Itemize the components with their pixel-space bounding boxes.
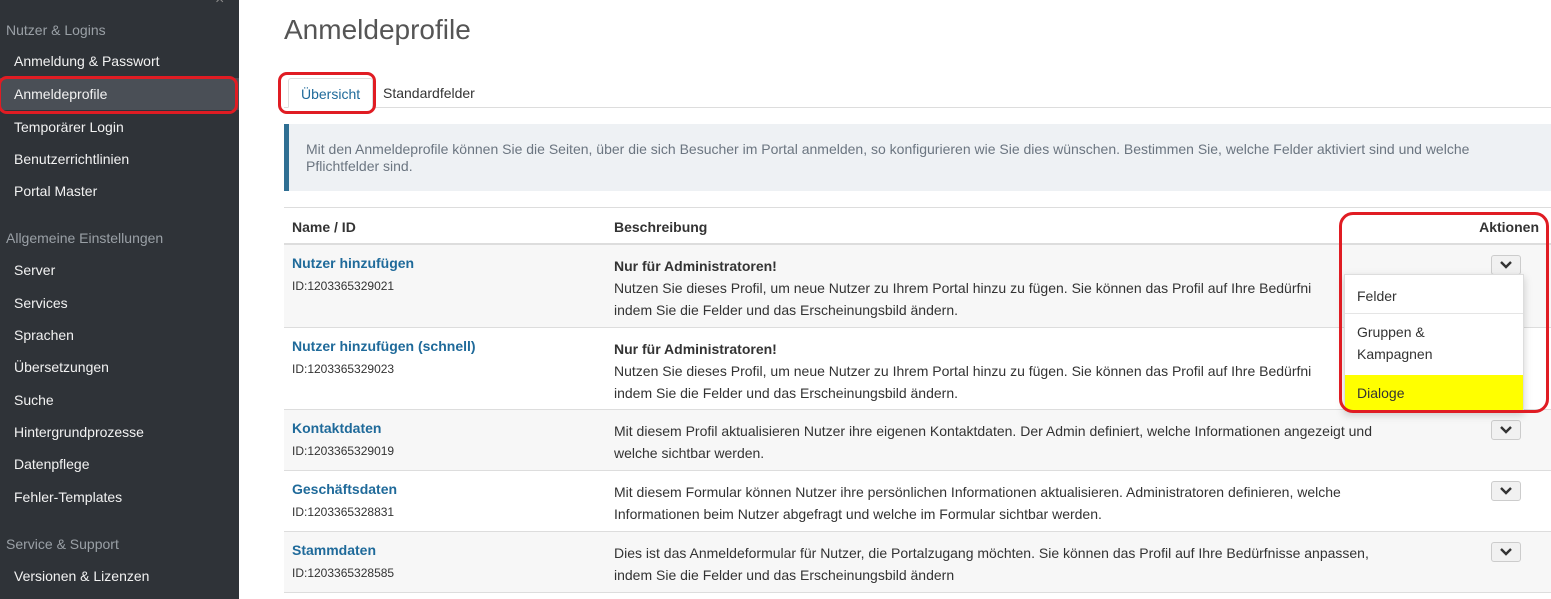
desc-text-line2: welche sichtbar werden. [614,445,765,461]
profile-id: ID:1203365329021 [292,279,395,293]
desc-text-line2: indem Sie die Felder und das Erscheinung… [614,567,955,583]
desc-text: Mit diesem Profil aktualisieren Nutzer i… [614,423,1372,439]
chevron-down-icon [1500,261,1512,269]
row-desc-cell: Mit diesem Profil aktualisieren Nutzer i… [614,420,1434,464]
row-name-cell: Nutzer hinzufügen ID:1203365329021 [292,255,414,293]
profile-link[interactable]: Nutzer hinzufügen [292,255,414,271]
sidebar-item-datenpflege[interactable]: Datenpflege [0,448,239,480]
row-desc-cell: Nur für Administratoren! Nutzen Sie dies… [614,255,1434,321]
sidebar-item-anmeldung-passwort[interactable]: Anmeldung & Passwort [0,45,239,77]
desc-title: Nur für Administratoren! [614,258,777,274]
row-name-cell: Kontaktdaten ID:1203365329019 [292,420,394,458]
sidebar-item-server[interactable]: Server [0,254,239,286]
profile-link[interactable]: Kontaktdaten [292,420,394,436]
sidebar-item-portal-master[interactable]: Portal Master [0,175,239,207]
menu-item-label-line2: Kampagnen [1357,346,1433,362]
actions-dropdown-menu: Felder Gruppen & Kampagnen Dialoge [1344,274,1524,412]
header-beschreibung: Beschreibung [614,219,708,235]
tab-uebersicht[interactable]: Übersicht [288,78,374,108]
row-name-cell: Nutzer hinzufügen (schnell) ID:120336532… [292,338,476,376]
actions-dropdown-button[interactable] [1491,481,1521,501]
tab-standardfelder[interactable]: Standardfelder [371,78,487,108]
table-header: Name / ID Beschreibung Aktionen [284,207,1551,245]
profile-id: ID:1203365328585 [292,566,395,580]
row-desc-cell: Nur für Administratoren! Nutzen Sie dies… [614,338,1434,404]
desc-text: Dies ist das Anmeldeformular für Nutzer,… [614,545,1369,561]
sidebar-item-fehler-templates[interactable]: Fehler-Templates [0,481,239,513]
profile-id: ID:1203365328831 [292,505,395,519]
chevron-down-icon [1500,487,1512,495]
profile-link[interactable]: Nutzer hinzufügen (schnell) [292,338,476,354]
actions-dropdown-button[interactable] [1491,542,1521,562]
row-desc-cell: Mit diesem Formular können Nutzer ihre p… [614,481,1434,525]
close-icon[interactable]: × [215,0,224,9]
sidebar-item-uebersetzungen[interactable]: Übersetzungen [0,351,239,383]
menu-item-felder[interactable]: Felder [1345,285,1523,307]
desc-text-line2: Informationen beim Nutzer abgefragt und … [614,506,1102,522]
table-row: Kontaktdaten ID:1203365329019 Mit diesem… [284,410,1551,471]
page-title: Anmeldeprofile [284,14,471,45]
menu-item-label: Gruppen & [1357,324,1425,340]
desc-text-line2: indem Sie die Felder und das Erscheinung… [614,385,958,401]
menu-divider [1345,313,1523,314]
actions-dropdown-button[interactable] [1491,255,1521,275]
profile-id: ID:1203365329019 [292,444,395,458]
row-name-cell: Geschäftsdaten ID:1203365328831 [292,481,397,519]
row-desc-cell: Dies ist das Anmeldeformular für Nutzer,… [614,542,1434,586]
profile-id: ID:1203365329023 [292,362,395,376]
sidebar-section-nutzer-logins: Nutzer & Logins [6,22,106,38]
desc-text: Nutzen Sie dieses Profil, um neue Nutzer… [614,363,1312,379]
sidebar-item-hintergrundprozesse[interactable]: Hintergrundprozesse [0,416,239,448]
sidebar-item-temporaerer-login[interactable]: Temporärer Login [0,111,239,143]
row-name-cell: Stammdaten ID:1203365328585 [292,542,394,580]
desc-text: Nutzen Sie dieses Profil, um neue Nutzer… [614,280,1312,296]
table-row: Geschäftsdaten ID:1203365328831 Mit dies… [284,471,1551,532]
actions-dropdown-button[interactable] [1491,420,1521,440]
chevron-down-icon [1500,548,1512,556]
menu-item-dialoge[interactable]: Dialoge [1345,375,1523,411]
profile-link[interactable]: Stammdaten [292,542,394,558]
sidebar: × Nutzer & Logins Anmeldung & Passwort A… [0,0,239,599]
desc-text: Mit diesem Formular können Nutzer ihre p… [614,484,1341,500]
sidebar-item-sprachen[interactable]: Sprachen [0,319,239,351]
tab-bar: Übersicht Standardfelder [284,78,1551,108]
profile-link[interactable]: Geschäftsdaten [292,481,397,497]
table-row: Stammdaten ID:1203365328585 Dies ist das… [284,532,1551,593]
sidebar-section-allgemeine-einstellungen: Allgemeine Einstellungen [6,230,164,246]
desc-text-line2: indem Sie die Felder und das Erscheinung… [614,302,958,318]
menu-item-gruppen-kampagnen[interactable]: Gruppen & Kampagnen [1345,321,1523,365]
info-text: Mit den Anmeldeprofile können Sie die Se… [306,141,1470,174]
chevron-down-icon [1500,426,1512,434]
sidebar-item-suche[interactable]: Suche [0,384,239,416]
header-aktionen: Aktionen [1479,219,1539,235]
sidebar-section-service-support: Service & Support [6,536,119,552]
sidebar-item-benutzerrichtlinien[interactable]: Benutzerrichtlinien [0,143,239,175]
sidebar-item-anmeldeprofile[interactable]: Anmeldeprofile [0,78,239,110]
desc-title: Nur für Administratoren! [614,341,777,357]
sidebar-item-versionen-lizenzen[interactable]: Versionen & Lizenzen [0,560,239,592]
sidebar-item-services[interactable]: Services [0,287,239,319]
header-name-id: Name / ID [292,219,356,235]
info-box: Mit den Anmeldeprofile können Sie die Se… [284,124,1551,191]
